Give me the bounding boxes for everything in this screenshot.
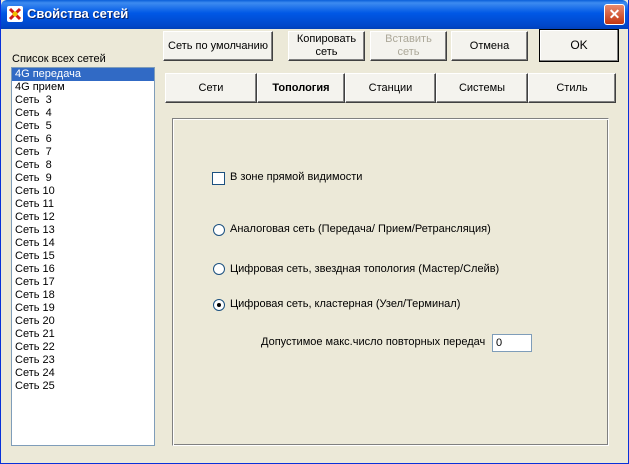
list-item[interactable]: Сеть 10	[12, 185, 154, 198]
app-icon	[7, 6, 23, 22]
network-listbox[interactable]: 4G передача 4G прием Сеть 3 Сеть 4 Сеть 5 Сет…	[11, 67, 155, 446]
digital-star-label: Цифровая сеть, звездная топология (Масте…	[230, 263, 500, 275]
tab-style[interactable]: Стиль	[528, 73, 616, 103]
line-of-sight-checkbox[interactable]	[212, 172, 225, 185]
network-properties-window: Свойства сетей ✕ Список всех сетей 4G пе…	[0, 0, 629, 464]
copy-network-button[interactable]: Копировать сеть	[288, 31, 365, 61]
tab-stations[interactable]: Станции	[345, 73, 436, 103]
list-item[interactable]: Сеть 18	[12, 289, 154, 302]
list-item[interactable]: Сеть 7	[12, 146, 154, 159]
list-item[interactable]: Сеть 9	[12, 172, 154, 185]
close-button[interactable]: ✕	[604, 4, 625, 25]
list-item[interactable]: Сеть 25	[12, 380, 154, 393]
list-item[interactable]: Сеть 22	[12, 341, 154, 354]
list-item[interactable]: Сеть 20	[12, 315, 154, 328]
list-item[interactable]: Сеть 6	[12, 133, 154, 146]
digital-cluster-radio[interactable]	[213, 299, 225, 311]
list-item[interactable]: Сеть 4	[12, 107, 154, 120]
tab-systems[interactable]: Системы	[436, 73, 528, 103]
topology-panel	[172, 118, 609, 446]
list-item[interactable]: Сеть 16	[12, 263, 154, 276]
list-item[interactable]: 4G прием	[12, 81, 154, 94]
list-item[interactable]: Сеть 13	[12, 224, 154, 237]
analog-network-radio[interactable]	[213, 224, 225, 236]
window-title: Свойства сетей	[27, 6, 129, 21]
list-item[interactable]: Сеть 19	[12, 302, 154, 315]
list-item[interactable]: Сеть 24	[12, 367, 154, 380]
list-item[interactable]: Сеть 21	[12, 328, 154, 341]
list-item[interactable]: Сеть 5	[12, 120, 154, 133]
tab-topology[interactable]: Топология	[257, 73, 345, 103]
list-item[interactable]: Сеть 17	[12, 276, 154, 289]
list-item[interactable]: Сеть 12	[12, 211, 154, 224]
list-item[interactable]: 4G передача	[12, 68, 154, 81]
ok-button[interactable]: OK	[539, 29, 619, 62]
list-item[interactable]: Сеть 15	[12, 250, 154, 263]
close-icon: ✕	[608, 6, 621, 22]
line-of-sight-label: В зоне прямой видимости	[230, 171, 363, 183]
digital-star-radio[interactable]	[213, 263, 225, 275]
list-item[interactable]: Сеть 14	[12, 237, 154, 250]
list-item[interactable]: Сеть 23	[12, 354, 154, 367]
list-item[interactable]: Сеть 8	[12, 159, 154, 172]
analog-network-label: Аналоговая сеть (Передача/ Прием/Ретранс…	[230, 223, 491, 235]
tab-networks[interactable]: Сети	[165, 73, 257, 103]
max-retries-label: Допустимое макс.число повторных передач	[261, 336, 486, 348]
network-list-label: Список всех сетей	[12, 53, 106, 65]
digital-cluster-label: Цифровая сеть, кластерная (Узел/Терминал…	[230, 298, 461, 310]
cancel-button[interactable]: Отмена	[451, 31, 528, 61]
title-bar[interactable]: Свойства сетей ✕	[1, 0, 628, 29]
list-item[interactable]: Сеть 11	[12, 198, 154, 211]
paste-network-button[interactable]: Вставить сеть	[370, 31, 447, 61]
max-retries-input[interactable]: 0	[492, 334, 532, 352]
default-network-button[interactable]: Сеть по умолчанию	[163, 31, 273, 61]
list-item[interactable]: Сеть 3	[12, 94, 154, 107]
